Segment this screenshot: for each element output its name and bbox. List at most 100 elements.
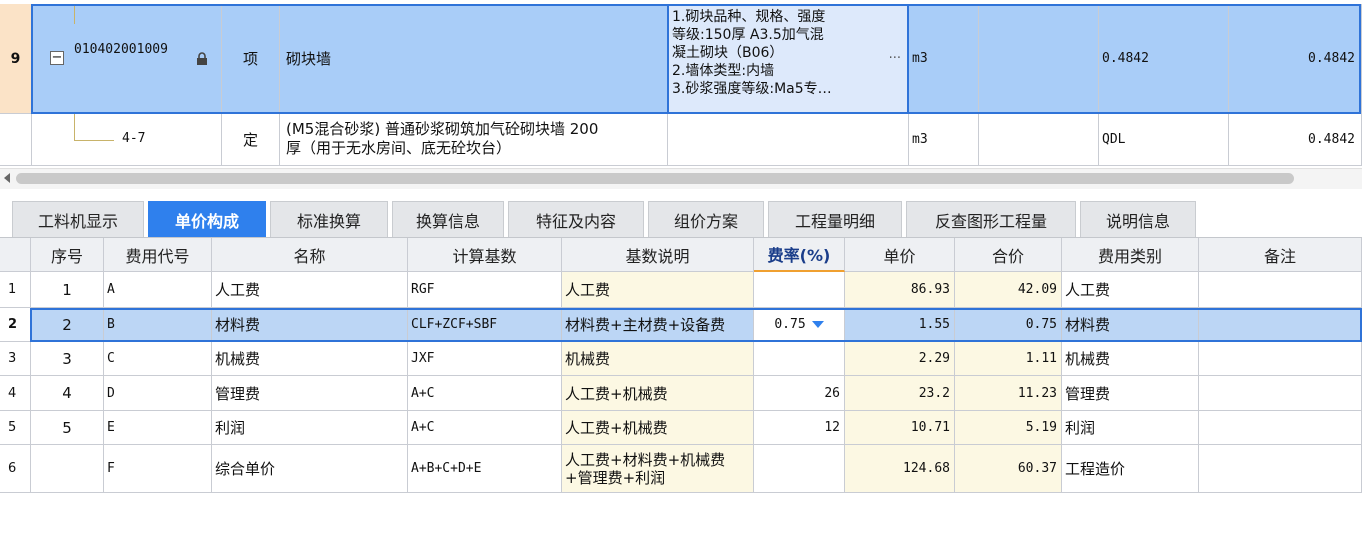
base-desc-cell[interactable]: 人工费+材料费+机械费 +管理费+利润 xyxy=(562,445,754,493)
row-header-sub[interactable] xyxy=(0,114,32,166)
tab-description-info[interactable]: 说明信息 xyxy=(1080,201,1196,237)
total-cell[interactable]: 60.37 xyxy=(955,445,1062,493)
rate-cell[interactable] xyxy=(754,272,845,308)
horizontal-scrollbar[interactable] xyxy=(0,168,1362,189)
price-cell[interactable]: 2.29 xyxy=(845,342,955,376)
more-button[interactable]: ··· xyxy=(889,51,901,66)
row-header[interactable]: 4 xyxy=(0,376,31,411)
quantity-cell[interactable]: 0.4842 xyxy=(1229,4,1362,114)
base-cell[interactable]: A+B+C+D+E xyxy=(408,445,562,493)
row-header-9[interactable]: 9 xyxy=(0,4,32,114)
note-cell[interactable] xyxy=(1199,411,1362,445)
base-desc-cell[interactable]: 人工费+机械费 xyxy=(562,411,754,445)
col-header-name[interactable]: 名称 xyxy=(212,238,408,272)
tab-labor-material-machine[interactable]: 工料机显示 xyxy=(12,201,144,237)
seq-cell[interactable]: 1 xyxy=(31,272,104,308)
sub-quantity-cell[interactable]: 0.4842 xyxy=(1229,114,1362,166)
scrollbar-thumb[interactable] xyxy=(16,173,1294,184)
item-name-cell[interactable]: 砌块墙 xyxy=(280,4,668,114)
seq-cell[interactable]: 3 xyxy=(31,342,104,376)
sub-unit-cell[interactable]: m3 xyxy=(909,114,979,166)
col-header-rate[interactable]: 费率(%) xyxy=(754,238,845,272)
total-cell[interactable]: 0.75 xyxy=(955,308,1062,342)
col-header-price[interactable]: 单价 xyxy=(845,238,955,272)
base-cell[interactable]: JXF xyxy=(408,342,562,376)
sub-type-cell[interactable]: 定 xyxy=(222,114,280,166)
empty-cell[interactable] xyxy=(979,114,1099,166)
base-desc-cell[interactable]: 人工费 xyxy=(562,272,754,308)
price-cell[interactable]: 124.68 xyxy=(845,445,955,493)
category-cell[interactable]: 机械费 xyxy=(1062,342,1199,376)
seq-cell[interactable] xyxy=(31,445,104,493)
tab-pricing-plan[interactable]: 组价方案 xyxy=(648,201,764,237)
category-cell[interactable]: 人工费 xyxy=(1062,272,1199,308)
item-features-cell[interactable]: 1.砌块品种、规格、强度 等级:150厚 A3.5加气混 凝土砌块（B06） 2… xyxy=(667,4,909,114)
col-header-seq[interactable]: 序号 xyxy=(31,238,104,272)
col-header-base-desc[interactable]: 基数说明 xyxy=(562,238,754,272)
base-cell[interactable]: RGF xyxy=(408,272,562,308)
tab-standard-conversion[interactable]: 标准换算 xyxy=(270,201,388,237)
tab-quantity-detail[interactable]: 工程量明细 xyxy=(768,201,902,237)
total-cell[interactable]: 11.23 xyxy=(955,376,1062,411)
base-desc-cell[interactable]: 机械费 xyxy=(562,342,754,376)
name-cell[interactable]: 机械费 xyxy=(212,342,408,376)
name-cell[interactable]: 管理费 xyxy=(212,376,408,411)
note-cell[interactable] xyxy=(1199,272,1362,308)
note-cell[interactable] xyxy=(1199,342,1362,376)
base-cell[interactable]: A+C xyxy=(408,376,562,411)
item-unit-cell[interactable]: m3 xyxy=(909,4,979,114)
category-cell[interactable]: 利润 xyxy=(1062,411,1199,445)
note-cell[interactable] xyxy=(1199,445,1362,493)
rate-dropdown[interactable]: 0.75 xyxy=(754,308,845,342)
sub-features-cell[interactable] xyxy=(668,114,909,166)
collapse-toggle[interactable]: − xyxy=(50,51,64,65)
price-cell[interactable]: 23.2 xyxy=(845,376,955,411)
row-header[interactable]: 3 xyxy=(0,342,31,376)
col-header-total[interactable]: 合价 xyxy=(955,238,1062,272)
seq-cell[interactable]: 2 xyxy=(31,308,104,342)
seq-cell[interactable]: 5 xyxy=(31,411,104,445)
base-desc-cell[interactable]: 材料费+主材费+设备费 xyxy=(562,308,754,342)
code-cell[interactable]: F xyxy=(104,445,212,493)
total-cell[interactable]: 1.11 xyxy=(955,342,1062,376)
seq-cell[interactable]: 4 xyxy=(31,376,104,411)
item-type-cell[interactable]: 项 xyxy=(222,4,280,114)
row-header[interactable]: 1 xyxy=(0,272,31,308)
category-cell[interactable]: 材料费 xyxy=(1062,308,1199,342)
total-cell[interactable]: 5.19 xyxy=(955,411,1062,445)
col-header-base[interactable]: 计算基数 xyxy=(408,238,562,272)
total-cell[interactable]: 42.09 xyxy=(955,272,1062,308)
price-cell[interactable]: 1.55 xyxy=(845,308,955,342)
category-cell[interactable]: 工程造价 xyxy=(1062,445,1199,493)
chevron-down-icon[interactable] xyxy=(811,321,824,328)
col-header-note[interactable]: 备注 xyxy=(1199,238,1362,272)
rate-cell[interactable] xyxy=(754,342,845,376)
sub-name-cell[interactable]: (M5混合砂浆) 普通砂浆砌筑加气砼砌块墙 200 厚（用于无水房间、底无砼坎台… xyxy=(280,114,668,166)
row-header[interactable]: 6 xyxy=(0,445,31,493)
col-header-code[interactable]: 费用代号 xyxy=(104,238,212,272)
scroll-left-icon[interactable] xyxy=(4,173,10,183)
rate-cell[interactable]: 26 xyxy=(754,376,845,411)
code-cell[interactable]: B xyxy=(104,308,212,342)
code-cell[interactable]: C xyxy=(104,342,212,376)
tab-features-content[interactable]: 特征及内容 xyxy=(508,201,644,237)
empty-cell[interactable] xyxy=(979,4,1099,114)
tab-unit-price-composition[interactable]: 单价构成 xyxy=(148,201,266,237)
base-cell[interactable]: CLF+ZCF+SBF xyxy=(408,308,562,342)
name-cell[interactable]: 人工费 xyxy=(212,272,408,308)
category-cell[interactable]: 管理费 xyxy=(1062,376,1199,411)
col-header-category[interactable]: 费用类别 xyxy=(1062,238,1199,272)
sub-expression-cell[interactable]: QDL xyxy=(1099,114,1229,166)
row-header[interactable]: 2 xyxy=(0,308,31,342)
rate-cell[interactable]: 12 xyxy=(754,411,845,445)
sub-code-cell[interactable]: 4-7 xyxy=(32,114,222,166)
base-cell[interactable]: A+C xyxy=(408,411,562,445)
qty-expression-cell[interactable]: 0.4842 xyxy=(1099,4,1229,114)
note-cell[interactable] xyxy=(1199,376,1362,411)
price-cell[interactable]: 10.71 xyxy=(845,411,955,445)
name-cell[interactable]: 利润 xyxy=(212,411,408,445)
rate-cell[interactable] xyxy=(754,445,845,493)
price-cell[interactable]: 86.93 xyxy=(845,272,955,308)
name-cell[interactable]: 材料费 xyxy=(212,308,408,342)
code-cell[interactable]: D xyxy=(104,376,212,411)
